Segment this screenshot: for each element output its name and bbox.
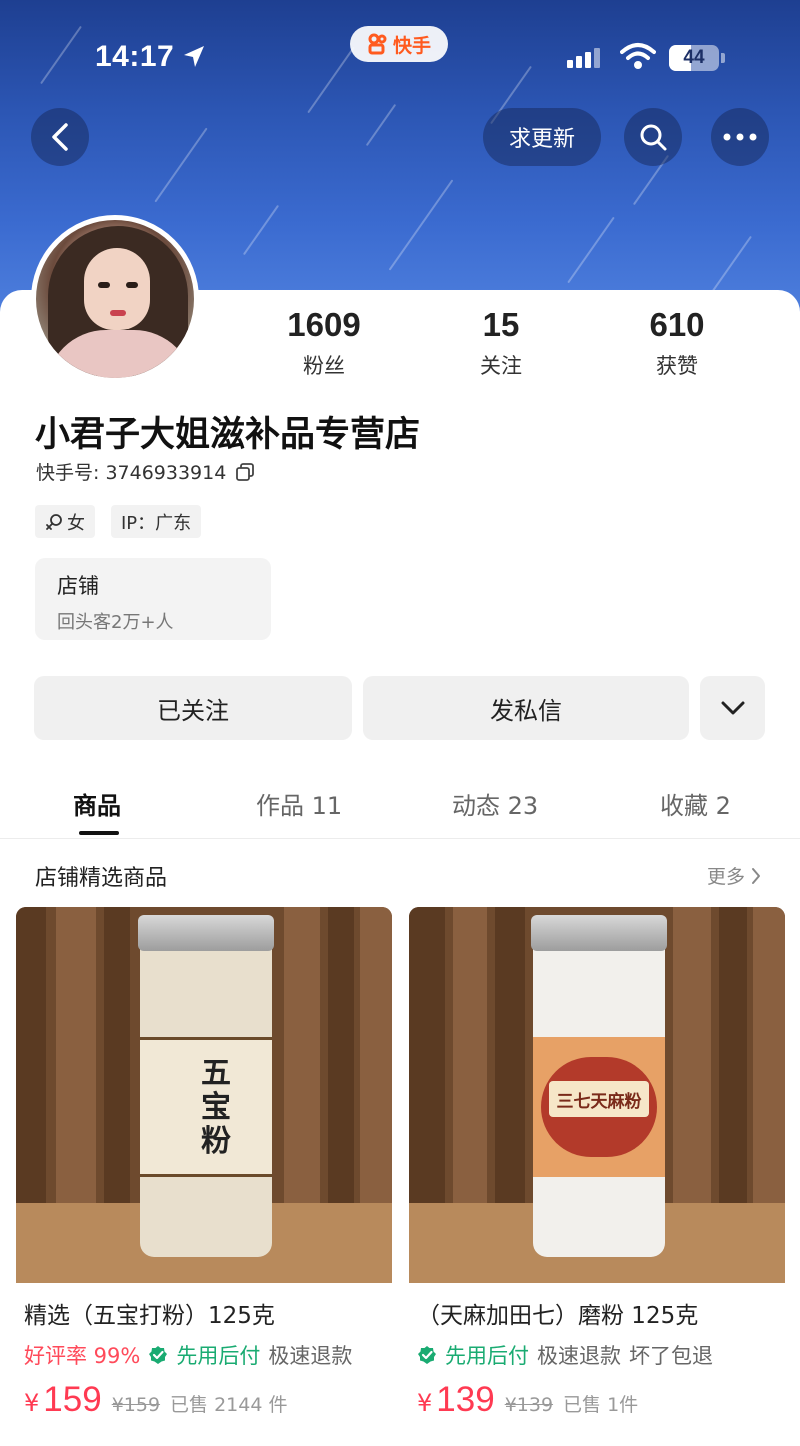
followers-label: 粉丝: [303, 354, 345, 378]
active-tab-indicator: [79, 831, 119, 835]
pay-later-badge: 先用后付: [176, 1344, 261, 1368]
likes-label: 获赞: [656, 354, 698, 378]
price-symbol: ¥: [417, 1389, 433, 1417]
tab-divider: [0, 838, 800, 839]
avatar[interactable]: [31, 215, 199, 383]
followers-count: 1609: [287, 306, 361, 343]
stat-followers[interactable]: 1609 粉丝: [254, 306, 394, 380]
fast-refund-badge: 极速退款: [537, 1344, 621, 1368]
tab-products[interactable]: 商品: [73, 786, 121, 821]
location-arrow-icon: [184, 46, 204, 67]
product-badges: 好评率 99% 先用后付 极速退款: [24, 1340, 352, 1370]
gender-tag: 女: [35, 505, 95, 538]
followed-button[interactable]: 已关注: [34, 676, 352, 740]
expand-recommendations-button[interactable]: [700, 676, 765, 740]
price: 159: [43, 1380, 102, 1419]
store-subtitle: 回头客2万+人: [57, 612, 174, 633]
chevron-right-icon: [752, 867, 761, 884]
kuaishou-id-row: 快手号: 3746933914: [36, 458, 255, 485]
product-title[interactable]: 精选（五宝打粉）125克: [24, 1296, 275, 1330]
product-badges: 先用后付 极速退款 坏了包退: [417, 1340, 713, 1370]
store-entry[interactable]: 店铺 回头客2万+人: [35, 558, 271, 640]
product-label-text: 五宝粉: [201, 1056, 231, 1159]
gender-label: 女: [67, 512, 85, 534]
tab-favorites[interactable]: 收藏 2: [660, 786, 731, 821]
original-price: ¥159: [111, 1394, 161, 1416]
price-symbol: ¥: [24, 1389, 40, 1417]
battery-nub: [721, 53, 725, 63]
back-button[interactable]: [31, 108, 89, 166]
likes-count: 610: [649, 306, 705, 343]
kuaishou-logo-icon: [368, 33, 387, 55]
pay-later-badge: 先用后付: [445, 1344, 529, 1368]
search-button[interactable]: [624, 108, 682, 166]
more-label: 更多: [707, 866, 746, 888]
product-image[interactable]: 五宝粉: [16, 907, 392, 1283]
following-count: 15: [482, 306, 520, 343]
status-time: 14:17: [95, 40, 175, 73]
verified-check-icon: [418, 1346, 436, 1364]
female-icon: [46, 513, 62, 530]
price: 139: [436, 1380, 495, 1419]
sold-count: 已售 1件: [563, 1394, 639, 1416]
tab-works[interactable]: 作品 11: [256, 786, 342, 821]
wifi-icon: [620, 43, 656, 69]
app-badge-label: 快手: [392, 34, 431, 57]
sold-count: 已售 2144 件: [170, 1394, 288, 1416]
product-label-text: 三七天麻粉: [556, 1092, 642, 1112]
stat-likes[interactable]: 610 获赞: [607, 306, 747, 380]
original-price: ¥139: [504, 1394, 554, 1416]
product-image[interactable]: 三七天麻粉: [409, 907, 785, 1283]
product-price-row: ¥ 159 ¥159 已售 2144 件: [24, 1380, 287, 1420]
ellipsis-icon: [723, 133, 757, 141]
search-icon: [640, 124, 667, 151]
kuaishou-app-badge[interactable]: 快手: [350, 26, 448, 62]
store-title: 店铺: [57, 574, 99, 598]
battery-icon: 44: [669, 45, 719, 71]
stat-following[interactable]: 15 关注: [431, 306, 571, 380]
request-update-button[interactable]: 求更新: [483, 108, 601, 166]
section-title: 店铺精选商品: [35, 866, 168, 891]
product-price-row: ¥ 139 ¥139 已售 1件: [417, 1380, 638, 1420]
more-link[interactable]: 更多: [707, 862, 761, 889]
send-message-button[interactable]: 发私信: [363, 676, 689, 740]
battery-level: 44: [683, 47, 705, 68]
more-options-button[interactable]: [711, 108, 769, 166]
fast-refund-badge: 极速退款: [268, 1344, 353, 1368]
cellular-signal-icon: [567, 48, 600, 68]
copy-icon[interactable]: [236, 462, 255, 481]
rating: 好评率 99%: [24, 1344, 141, 1368]
ip-location-label: IP：广东: [121, 512, 192, 534]
chevron-down-icon: [721, 701, 744, 715]
following-label: 关注: [480, 354, 522, 378]
verified-check-icon: [149, 1346, 168, 1364]
chevron-left-icon: [52, 123, 68, 151]
damage-return-badge: 坏了包退: [629, 1344, 713, 1368]
shop-name: 小君子大姐滋补品专营店: [35, 415, 421, 455]
product-title[interactable]: （天麻加田七）磨粉 125克: [417, 1296, 698, 1330]
ip-location-tag: IP：广东: [111, 505, 202, 538]
kuaishou-id: 快手号: 3746933914: [36, 462, 227, 484]
tab-moments[interactable]: 动态 23: [452, 786, 538, 821]
